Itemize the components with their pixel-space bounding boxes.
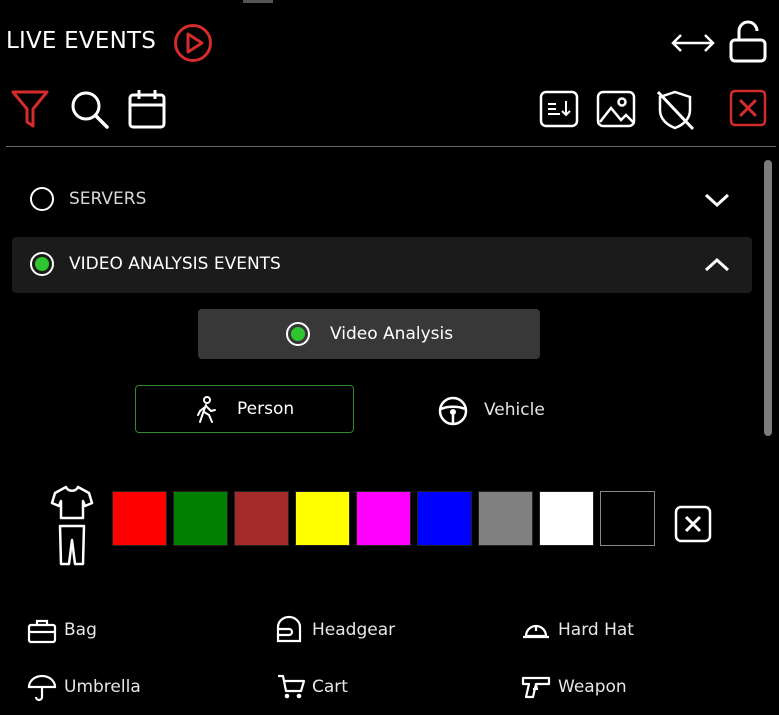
person-label: Person [237, 399, 295, 419]
section-servers[interactable]: SERVERS [12, 172, 752, 228]
close-icon[interactable] [728, 88, 768, 128]
toolbar-divider [6, 146, 776, 147]
image-icon[interactable] [595, 88, 637, 130]
clothing-icon [50, 485, 94, 566]
weapon-icon[interactable] [521, 673, 551, 701]
vehicle-label[interactable]: Vehicle [484, 400, 545, 420]
video-analysis-button[interactable]: Video Analysis [198, 309, 540, 359]
color-swatch[interactable] [600, 491, 655, 546]
attribute-bag[interactable]: Bag [64, 620, 97, 640]
shield-off-icon[interactable] [653, 88, 697, 132]
top-grab-bar [243, 0, 273, 3]
filter-icon[interactable] [10, 88, 50, 130]
color-swatch[interactable] [234, 491, 289, 546]
color-swatch[interactable] [539, 491, 594, 546]
servers-radio[interactable] [30, 187, 54, 211]
color-swatch[interactable] [173, 491, 228, 546]
video-analysis-events-radio[interactable] [30, 252, 54, 276]
color-swatch[interactable] [478, 491, 533, 546]
attribute-cart[interactable]: Cart [312, 677, 348, 697]
umbrella-icon[interactable] [27, 674, 57, 702]
section-label: SERVERS [69, 189, 147, 209]
color-swatch[interactable] [112, 491, 167, 546]
scrollbar[interactable] [764, 160, 772, 436]
attribute-umbrella[interactable]: Umbrella [64, 677, 141, 697]
unlock-icon[interactable] [728, 18, 768, 64]
headgear-icon[interactable] [274, 615, 304, 643]
expand-width-icon[interactable] [670, 30, 716, 56]
steering-wheel-icon[interactable] [437, 395, 469, 427]
play-icon[interactable] [173, 23, 213, 63]
panel-title: LIVE EVENTS [6, 28, 157, 54]
cart-icon[interactable] [276, 673, 306, 701]
color-swatch[interactable] [356, 491, 411, 546]
chevron-up-icon[interactable] [702, 254, 732, 276]
export-list-icon[interactable] [538, 88, 580, 130]
search-icon[interactable] [68, 88, 110, 130]
chevron-down-icon[interactable] [702, 189, 732, 211]
video-analysis-label: Video Analysis [330, 324, 454, 344]
person-walking-icon [197, 396, 216, 423]
color-swatch[interactable] [417, 491, 472, 546]
bag-icon[interactable] [27, 617, 57, 645]
section-video-analysis-events[interactable]: VIDEO ANALYSIS EVENTS [12, 237, 752, 293]
calendar-icon[interactable] [127, 88, 167, 130]
color-swatch[interactable] [295, 491, 350, 546]
person-button[interactable]: Person [135, 385, 354, 433]
section-label: VIDEO ANALYSIS EVENTS [69, 254, 281, 274]
attribute-headgear[interactable]: Headgear [312, 620, 395, 640]
video-analysis-radio [286, 322, 310, 346]
attribute-weapon[interactable]: Weapon [558, 677, 627, 697]
attribute-hard-hat[interactable]: Hard Hat [558, 620, 634, 640]
hard-hat-icon[interactable] [521, 616, 551, 644]
clear-colors-icon[interactable] [674, 505, 712, 543]
